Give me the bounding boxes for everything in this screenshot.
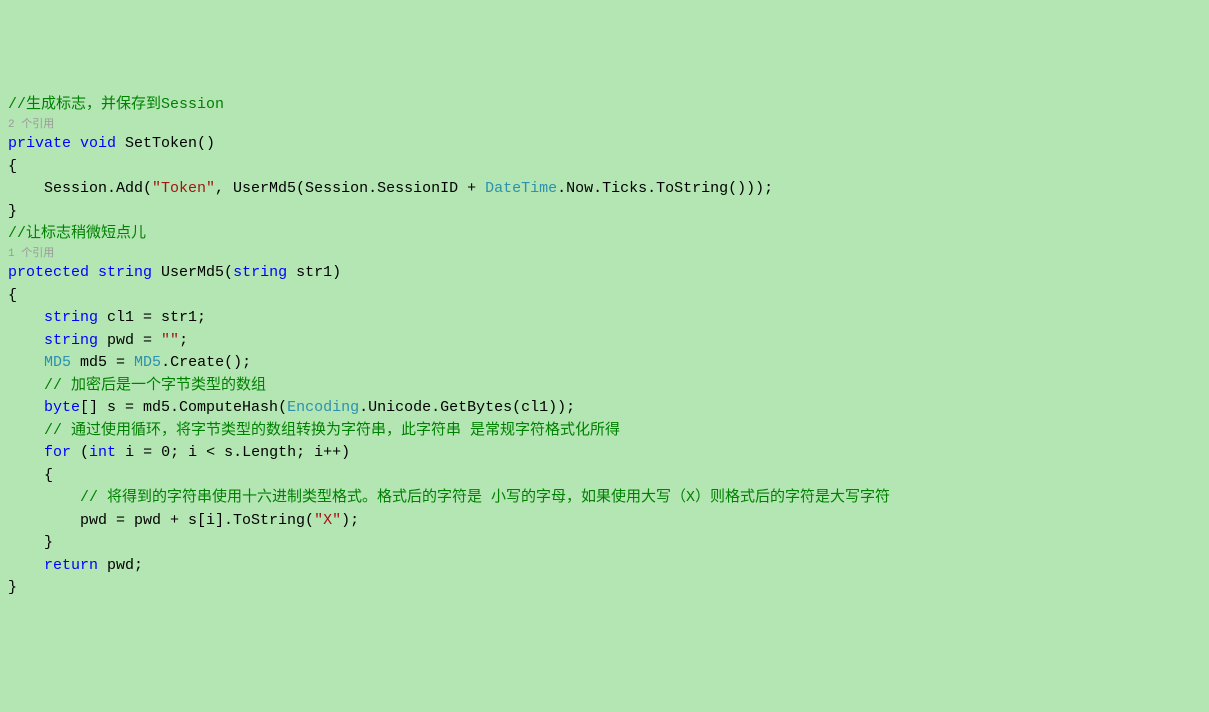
code-editor[interactable]: //生成标志，并保存到Session 2 个引用private void SetT… [8, 94, 1201, 600]
code-line: MD5 md5 = MD5.Create(); [8, 352, 1201, 375]
reference-count[interactable]: 2 个引用 [8, 117, 1201, 134]
method-name: UserMd5( [152, 264, 233, 281]
keyword: protected [8, 264, 89, 281]
reference-count[interactable]: 1 个引用 [8, 246, 1201, 263]
code-line: protected string UserMd5(string str1) [8, 262, 1201, 285]
keyword: byte [44, 399, 80, 416]
code-line: byte[] s = md5.ComputeHash(Encoding.Unic… [8, 397, 1201, 420]
code-line: //让标志稍微短点儿 [8, 223, 1201, 246]
keyword: string [44, 309, 98, 326]
comment: //让标志稍微短点儿 [8, 225, 146, 242]
string-literal: "X" [314, 512, 341, 529]
code-line: { [8, 465, 1201, 488]
string-literal: "Token" [152, 180, 215, 197]
code-line: } [8, 532, 1201, 555]
comment: //生成标志，并保存到Session [8, 96, 224, 113]
code-line: return pwd; [8, 555, 1201, 578]
code-line: { [8, 285, 1201, 308]
code-line: string cl1 = str1; [8, 307, 1201, 330]
code-line: } [8, 577, 1201, 600]
type-name: Encoding [287, 399, 359, 416]
keyword: for [44, 444, 71, 461]
code-line: //生成标志，并保存到Session [8, 94, 1201, 117]
comment: // 加密后是一个字节类型的数组 [8, 377, 266, 394]
string-literal: "" [161, 332, 179, 349]
keyword: string [98, 264, 152, 281]
method-name: SetToken() [116, 135, 215, 152]
keyword: private [8, 135, 71, 152]
keyword: string [233, 264, 287, 281]
keyword: int [89, 444, 116, 461]
code-line: // 将得到的字符串使用十六进制类型格式。格式后的字符是 小写的字母，如果使用大… [8, 487, 1201, 510]
keyword: return [44, 557, 98, 574]
comment: // 将得到的字符串使用十六进制类型格式。格式后的字符是 小写的字母，如果使用大… [8, 489, 890, 506]
type-name: MD5 [44, 354, 71, 371]
code-line: for (int i = 0; i < s.Length; i++) [8, 442, 1201, 465]
code-line: // 通过使用循环，将字节类型的数组转换为字符串，此字符串 是常规字符格式化所得 [8, 420, 1201, 443]
type-name: DateTime [485, 180, 557, 197]
code-line: string pwd = ""; [8, 330, 1201, 353]
code-line: Session.Add("Token", UserMd5(Session.Ses… [8, 178, 1201, 201]
keyword: void [80, 135, 116, 152]
keyword: string [44, 332, 98, 349]
code-line: { [8, 156, 1201, 179]
comment: // 通过使用循环，将字节类型的数组转换为字符串，此字符串 是常规字符格式化所得 [8, 422, 620, 439]
type-name: MD5 [134, 354, 161, 371]
code-line: // 加密后是一个字节类型的数组 [8, 375, 1201, 398]
code-line: private void SetToken() [8, 133, 1201, 156]
code-line: pwd = pwd + s[i].ToString("X"); [8, 510, 1201, 533]
code-line: } [8, 201, 1201, 224]
